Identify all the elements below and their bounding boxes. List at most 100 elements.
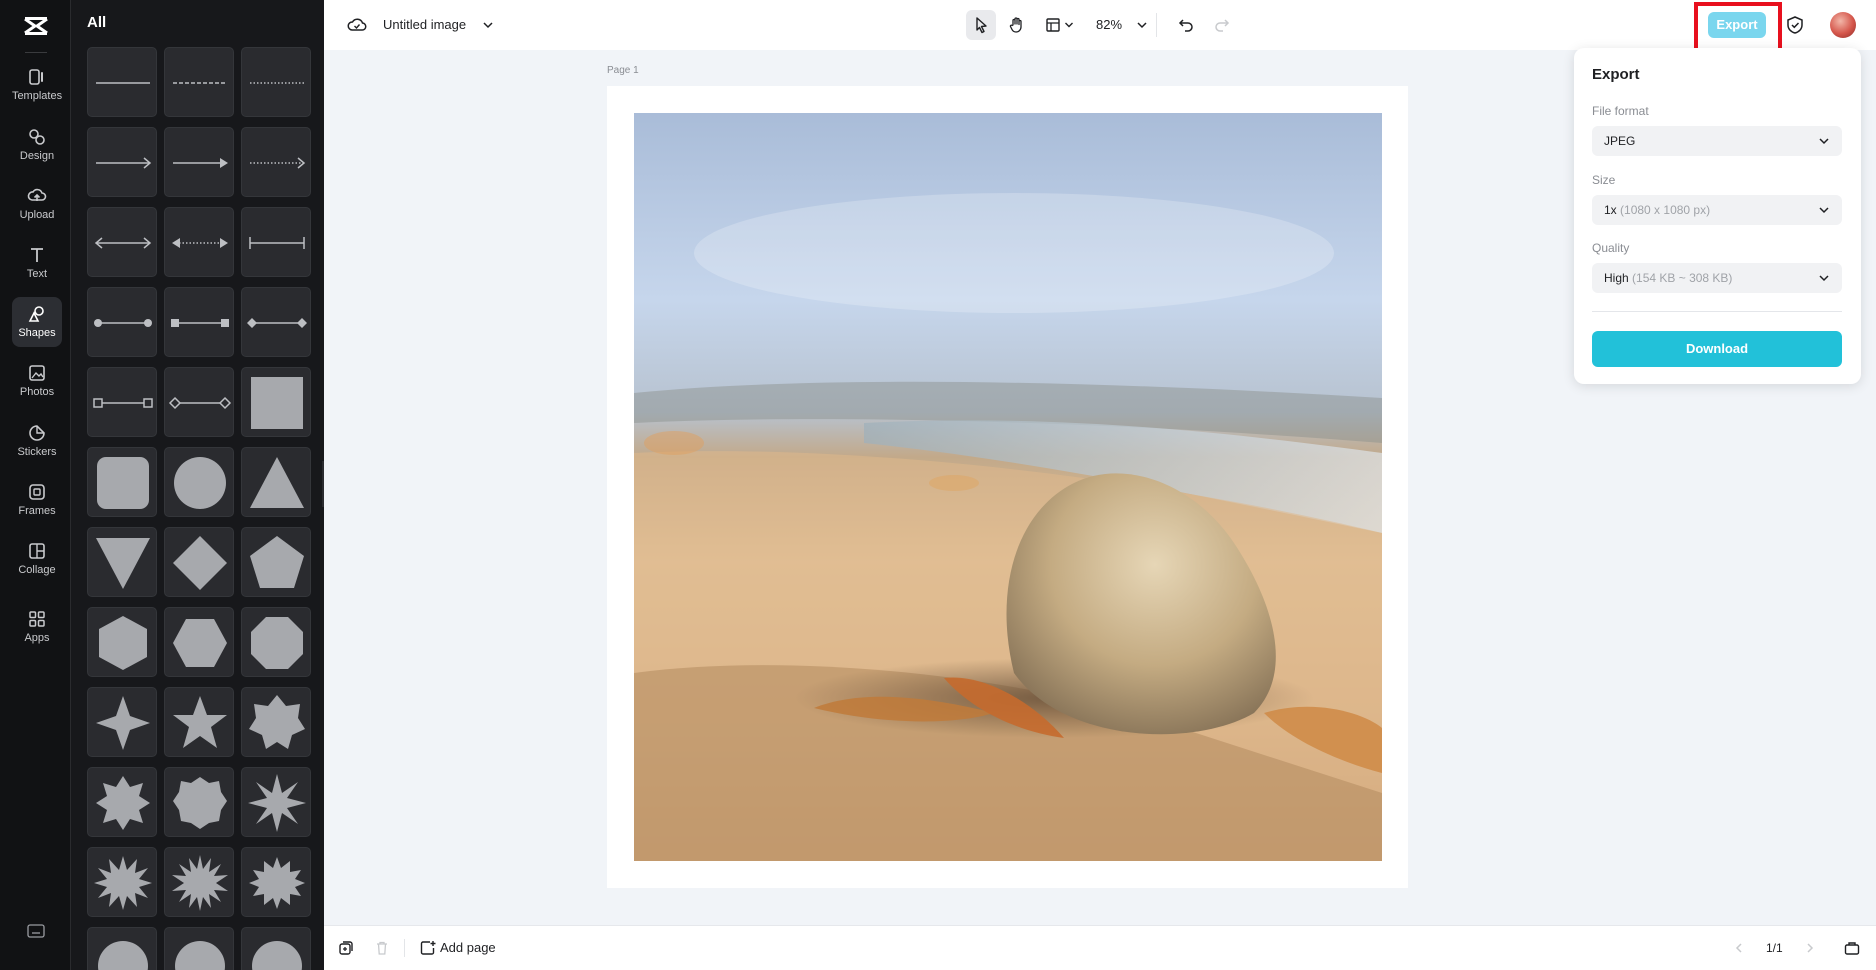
shape-line-square-outline-ends[interactable] — [87, 367, 157, 437]
duplicate-page-icon[interactable] — [338, 940, 354, 956]
download-button[interactable]: Download — [1592, 331, 1842, 367]
shapes-panel: All — [71, 0, 324, 970]
file-format-label: File format — [1592, 104, 1649, 118]
file-format-chevron-icon — [1819, 138, 1829, 145]
photos-icon — [29, 365, 45, 381]
collage-icon — [29, 543, 45, 559]
rail-item-templates[interactable]: Templates — [12, 60, 62, 110]
shape-starburst-8[interactable] — [87, 767, 157, 837]
shape-hexagon-flat[interactable] — [164, 607, 234, 677]
shape-diamond[interactable] — [164, 527, 234, 597]
shape-pentagon[interactable] — [241, 527, 311, 597]
rail-label-apps: Apps — [24, 632, 50, 644]
rail-item-text[interactable]: Text — [12, 238, 62, 288]
shape-square[interactable] — [241, 367, 311, 437]
rail-item-shapes[interactable]: Shapes — [12, 297, 62, 347]
shape-line-solid[interactable] — [87, 47, 157, 117]
export-panel-title: Export — [1592, 66, 1640, 83]
shape-burst-c[interactable] — [241, 927, 311, 970]
cloud-save-icon[interactable] — [347, 16, 367, 34]
shape-arrow-double[interactable] — [87, 207, 157, 277]
shape-arrow-dotted[interactable] — [241, 127, 311, 197]
shape-line-diamond-ends[interactable] — [241, 287, 311, 357]
shape-octagon[interactable] — [241, 607, 311, 677]
rail-item-collage[interactable]: Collage — [12, 534, 62, 584]
shape-line-bar-ends[interactable] — [241, 207, 311, 277]
shape-burst-a[interactable] — [87, 927, 157, 970]
upload-icon — [27, 188, 47, 201]
document-title[interactable]: Untitled image — [383, 17, 466, 32]
shape-line-dashed[interactable] — [164, 47, 234, 117]
zoom-dropdown-chevron-icon[interactable] — [1136, 20, 1148, 30]
size-select[interactable]: 1x (1080 x 1080 px) — [1592, 195, 1842, 225]
export-divider — [1592, 311, 1842, 312]
shape-line-circle-ends[interactable] — [87, 287, 157, 357]
rail-item-upload[interactable]: Upload — [12, 179, 62, 229]
shape-line-square-ends[interactable] — [164, 287, 234, 357]
shape-starburst-14[interactable] — [241, 847, 311, 917]
title-dropdown-chevron-icon[interactable] — [482, 20, 494, 30]
quality-chevron-icon — [1819, 275, 1829, 282]
shape-circle[interactable] — [164, 447, 234, 517]
page-manager-icon[interactable] — [1844, 940, 1860, 956]
panel-title: All — [87, 14, 107, 31]
rail-label-frames: Frames — [18, 505, 56, 517]
apps-icon — [29, 611, 45, 627]
quality-select[interactable]: High (154 KB ~ 308 KB) — [1592, 263, 1842, 293]
rail-item-photos[interactable]: Photos — [12, 356, 62, 406]
shield-check-icon[interactable] — [1786, 15, 1804, 35]
shape-hexagon[interactable] — [87, 607, 157, 677]
redo-icon[interactable] — [1213, 16, 1231, 34]
quality-hint: (154 KB ~ 308 KB) — [1632, 271, 1733, 285]
top-bar: Untitled image 82% Export — [324, 0, 1876, 52]
rail-item-apps[interactable]: Apps — [12, 602, 62, 652]
size-hint: (1080 x 1080 px) — [1620, 203, 1711, 217]
shape-triangle[interactable] — [241, 447, 311, 517]
capcut-logo-icon[interactable] — [22, 12, 50, 40]
shape-starburst-12[interactable] — [87, 847, 157, 917]
shape-star-7[interactable] — [241, 687, 311, 757]
bottom-divider — [404, 939, 405, 957]
export-panel: Export File format JPEG Size 1x (1080 x … — [1574, 48, 1861, 384]
add-page-button[interactable]: Add page — [440, 940, 496, 955]
next-page-icon[interactable] — [1804, 942, 1816, 954]
hand-tool-button[interactable] — [1002, 10, 1032, 40]
rail-item-design[interactable]: Design — [12, 120, 62, 170]
bottom-bar: Add page 1/1 — [324, 925, 1876, 970]
shape-arrow-solid[interactable] — [87, 127, 157, 197]
shape-starburst-16[interactable] — [164, 847, 234, 917]
quality-label: Quality — [1592, 241, 1630, 255]
rail-item-stickers[interactable]: Stickers — [12, 416, 62, 466]
shape-inverted-triangle[interactable] — [87, 527, 157, 597]
rail-item-frames[interactable]: Frames — [12, 475, 62, 525]
page-count: 1/1 — [1766, 941, 1783, 955]
hand-icon — [1009, 17, 1022, 33]
design-icon — [29, 129, 45, 145]
shape-rounded-square[interactable] — [87, 447, 157, 517]
user-avatar[interactable] — [1830, 12, 1856, 38]
rail-label-upload: Upload — [19, 209, 55, 221]
shape-line-diamond-outline-ends[interactable] — [164, 367, 234, 437]
file-format-select[interactable]: JPEG — [1592, 126, 1842, 156]
zoom-level[interactable]: 82% — [1096, 17, 1122, 32]
rail-label-text: Text — [26, 268, 48, 280]
shape-arrow-double-dotted[interactable] — [164, 207, 234, 277]
shape-burst-b[interactable] — [164, 927, 234, 970]
pointer-icon — [976, 17, 987, 34]
beach-rock-photo[interactable] — [634, 113, 1382, 861]
shape-starburst-9[interactable] — [164, 767, 234, 837]
keyboard-shortcuts-icon[interactable] — [27, 924, 45, 938]
undo-icon[interactable] — [1177, 16, 1195, 34]
layout-tool-button[interactable] — [1039, 10, 1079, 40]
shape-arrow-filled[interactable] — [164, 127, 234, 197]
delete-page-icon[interactable] — [374, 940, 390, 956]
add-page-icon[interactable] — [420, 940, 436, 956]
shape-line-dotted[interactable] — [241, 47, 311, 117]
left-rail: Templates Design Upload Text Shapes Phot… — [0, 0, 71, 970]
previous-page-icon[interactable] — [1733, 942, 1745, 954]
shape-star-5[interactable] — [164, 687, 234, 757]
select-tool-button[interactable] — [966, 10, 996, 40]
shape-star-8[interactable] — [241, 767, 311, 837]
page-label: Page 1 — [607, 65, 639, 76]
shape-star-4[interactable] — [87, 687, 157, 757]
